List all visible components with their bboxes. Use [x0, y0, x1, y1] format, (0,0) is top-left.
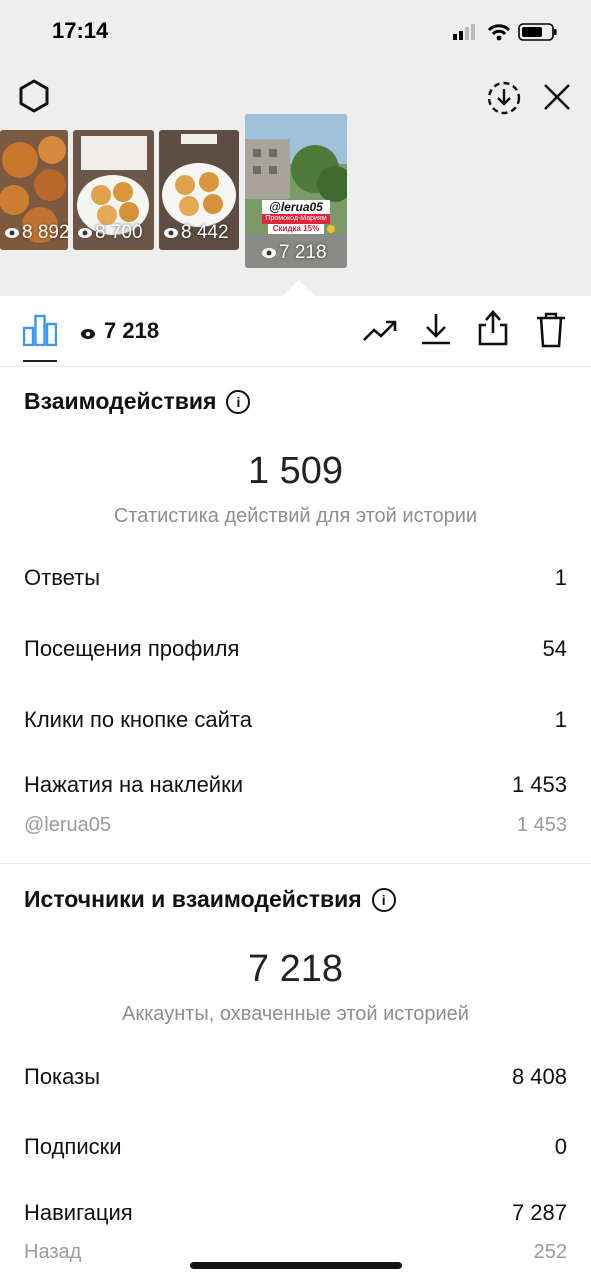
download-archive-icon[interactable]	[486, 80, 522, 116]
row-value-back: 252	[533, 1241, 567, 1263]
row-value-website-clicks: 1	[554, 707, 567, 732]
info-icon[interactable]: i	[371, 888, 396, 912]
eye-icon	[164, 227, 178, 238]
download-icon[interactable]	[420, 312, 452, 346]
status-time: 17:14	[52, 18, 109, 43]
toolbar-views: 7 218	[104, 318, 160, 343]
row-label-back: Назад	[24, 1241, 82, 1263]
row-label-replies: Ответы	[24, 565, 101, 590]
row-value-profile-visits: 54	[542, 636, 567, 661]
eye-icon	[81, 329, 95, 339]
thumbnail-views: 8 700	[95, 222, 143, 243]
row-label-profile-visits: Посещения профиля	[24, 636, 240, 661]
interactions-title-text: Взаимодействия	[24, 388, 217, 414]
row-label-navigation: Навигация	[24, 1200, 133, 1225]
sticker-mention: @lerua05	[269, 200, 323, 214]
insights-bar-chart-icon[interactable]	[23, 314, 57, 346]
info-icon[interactable]: i	[226, 390, 251, 414]
story-strip-area: 17:14 8 892 8 700 8 442 @lerua05 Промоко…	[0, 0, 591, 296]
story-thumbnail[interactable]: 8 700	[73, 130, 154, 250]
interactions-total: 1 509	[247, 450, 344, 492]
thumbnail-views: 8 892	[22, 222, 68, 243]
eye-icon	[78, 227, 92, 238]
thumbnail-views: 8 442	[181, 222, 229, 243]
interactions-title: Взаимодействия i	[24, 388, 251, 415]
eye-icon	[5, 227, 19, 238]
insights-toolbar: 7 218	[0, 296, 591, 367]
close-icon[interactable]	[542, 82, 572, 112]
share-icon[interactable]	[477, 310, 509, 346]
discovery-title: Источники и взаимодействия i	[24, 886, 396, 913]
row-label-sticker-taps: Нажатия на наклейки	[24, 772, 244, 797]
sticker-discount: Скидка 15%	[272, 224, 320, 233]
story-thumbnail[interactable]: 8 442	[159, 130, 239, 250]
section-divider	[0, 863, 591, 864]
delete-trash-icon[interactable]	[535, 312, 567, 348]
row-value-follows: 0	[554, 1134, 567, 1159]
sticker-promo: Промокод-Мариям	[265, 215, 327, 222]
story-thumbnail[interactable]: 8 892	[0, 130, 68, 250]
row-value-sticker-taps: 1 453	[511, 772, 567, 797]
eye-icon	[262, 247, 276, 258]
viewers-button[interactable]: 7 218	[80, 318, 159, 344]
row-value-sticker-mention: 1 453	[516, 814, 567, 836]
status-icons	[453, 23, 557, 41]
row-value-impressions: 8 408	[511, 1064, 567, 1089]
settings-gear-icon[interactable]	[16, 78, 52, 114]
discovery-title-text: Источники и взаимодействия	[24, 886, 362, 912]
story-thumbnail-selected[interactable]: @lerua05 Промокод-Мариям Скидка 15% 7 21…	[245, 114, 347, 268]
home-indicator[interactable]	[190, 1262, 402, 1269]
thumbnail-views: 7 218	[279, 242, 327, 263]
promote-trend-icon[interactable]	[362, 318, 398, 344]
row-value-replies: 1	[554, 565, 567, 590]
row-label-impressions: Показы	[24, 1064, 101, 1089]
row-label-follows: Подписки	[24, 1134, 122, 1159]
discovery-total: 7 218	[247, 948, 344, 990]
interactions-subtitle: Статистика действий для этой истории	[113, 505, 478, 527]
discovery-subtitle: Аккаунты, охваченные этой историей	[122, 1003, 469, 1025]
active-tab-underline	[23, 360, 57, 362]
row-value-navigation: 7 287	[511, 1200, 567, 1225]
selection-pointer	[283, 280, 315, 296]
row-label-website-clicks: Клики по кнопке сайта	[24, 707, 252, 732]
row-label-sticker-mention: @lerua05	[24, 814, 112, 836]
